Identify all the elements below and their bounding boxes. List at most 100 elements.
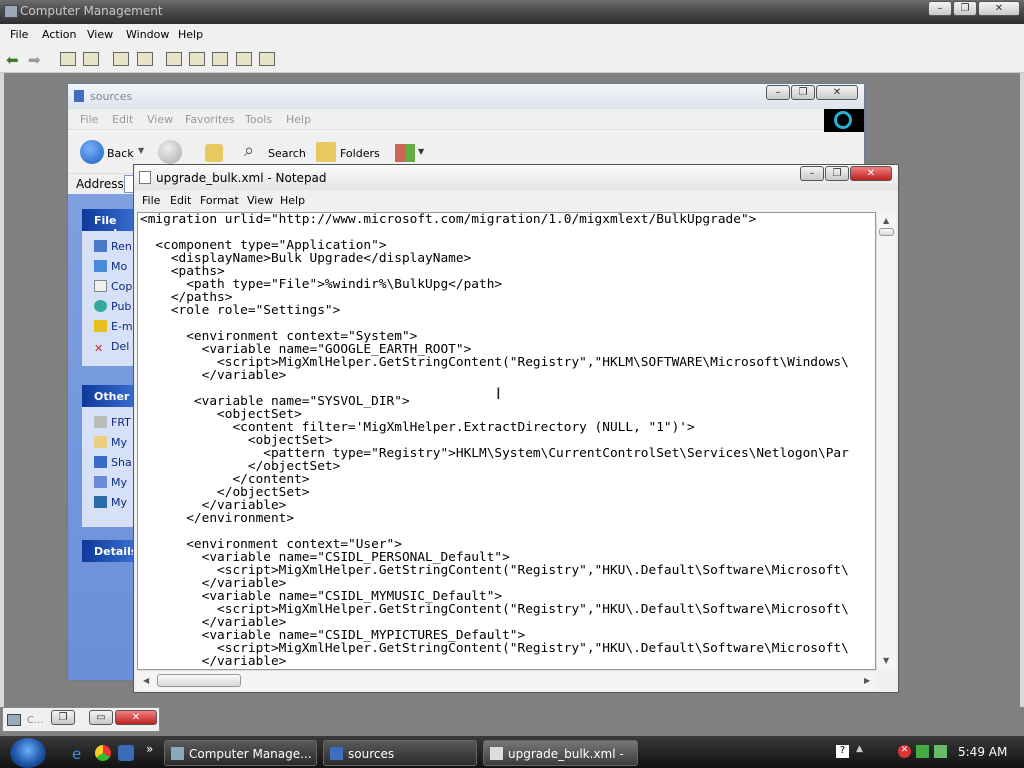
notepad-text-area[interactable]: <migration urlid="http://www.microsoft.c… bbox=[137, 212, 876, 670]
start-button[interactable] bbox=[10, 738, 46, 768]
details-header[interactable]: Details bbox=[82, 540, 137, 562]
internet-explorer-icon[interactable]: e bbox=[72, 745, 88, 763]
explorer-menu-file[interactable]: File bbox=[80, 113, 98, 126]
back-dropdown-icon[interactable]: ▼ bbox=[138, 146, 144, 155]
place-item-1[interactable]: FRT bbox=[94, 416, 131, 429]
document-text[interactable]: <migration urlid="http://www.microsoft.c… bbox=[140, 213, 849, 668]
explorer-close-button[interactable]: ✕ bbox=[816, 85, 858, 100]
folders-icon[interactable] bbox=[316, 142, 336, 162]
file-tasks-header[interactable]: File and bbox=[82, 209, 136, 240]
my-computer-icon bbox=[94, 476, 107, 488]
taskbar-notepad[interactable]: upgrade_bulk.xml - ... bbox=[483, 740, 638, 768]
cm-menubar: File Action View Window Help bbox=[0, 24, 1024, 45]
notepad-icon bbox=[139, 171, 151, 184]
place-item-4[interactable]: My bbox=[94, 476, 127, 489]
search-icon[interactable]: ⌕ bbox=[244, 140, 254, 161]
cm-window-title: Computer Management bbox=[20, 4, 163, 18]
vertical-scroll-thumb[interactable] bbox=[879, 228, 894, 236]
move-icon bbox=[94, 260, 107, 272]
resize-grip[interactable] bbox=[876, 670, 896, 690]
cm-menu-window[interactable]: Window bbox=[126, 28, 169, 41]
manage-icon[interactable] bbox=[259, 52, 275, 66]
forward-arrow-icon[interactable]: ➡ bbox=[28, 51, 41, 69]
refresh-icon[interactable] bbox=[166, 52, 182, 66]
views-dropdown-icon[interactable]: ▼ bbox=[418, 147, 424, 156]
help-icon[interactable]: ? bbox=[836, 745, 849, 758]
notepad-menu-view[interactable]: View bbox=[247, 194, 273, 207]
documents-icon bbox=[94, 436, 107, 448]
task-copy[interactable]: Cop bbox=[94, 280, 132, 293]
notepad-menubar: File Edit Format View Help bbox=[134, 190, 898, 210]
scroll-down-icon[interactable]: ▼ bbox=[883, 656, 889, 665]
scroll-left-icon[interactable]: ◀ bbox=[143, 676, 149, 685]
explorer-menu-favorites[interactable]: Favorites bbox=[185, 113, 235, 126]
notepad-minimize-button[interactable]: – bbox=[800, 166, 824, 181]
explorer-restore-button[interactable]: ❐ bbox=[791, 85, 815, 100]
scroll-up-icon[interactable]: ▲ bbox=[883, 216, 889, 225]
explorer-menu-edit[interactable]: Edit bbox=[112, 113, 133, 126]
volume-icon[interactable] bbox=[934, 745, 947, 758]
notepad-menu-file[interactable]: File bbox=[142, 194, 160, 207]
open-folder-icon[interactable] bbox=[212, 52, 228, 66]
explorer-menu-help[interactable]: Help bbox=[286, 113, 311, 126]
back-button[interactable]: Back bbox=[107, 147, 134, 160]
cm-menu-file[interactable]: File bbox=[10, 28, 28, 41]
security-alert-icon[interactable]: ✕ bbox=[898, 745, 911, 758]
cm-minimize-button[interactable]: – bbox=[928, 1, 952, 16]
views-icon[interactable] bbox=[395, 144, 415, 162]
export-icon[interactable] bbox=[189, 52, 205, 66]
cm-restore-button[interactable]: ❐ bbox=[953, 1, 977, 16]
horizontal-scroll-thumb[interactable] bbox=[157, 674, 241, 687]
vertical-scrollbar[interactable]: ▲ ▼ bbox=[876, 212, 896, 670]
forward-button-icon[interactable] bbox=[158, 140, 182, 164]
task-move[interactable]: Mo bbox=[94, 260, 127, 273]
taskbar-computer-management[interactable]: Computer Manage... bbox=[164, 740, 317, 766]
minimized-maximize-button[interactable]: ▭ bbox=[89, 710, 113, 725]
task-email[interactable]: E-m bbox=[94, 320, 133, 333]
minimized-window[interactable]: C... ❐ ▭ ✕ bbox=[2, 707, 160, 732]
back-button-icon[interactable] bbox=[80, 140, 104, 164]
show-hide-tree-icon[interactable] bbox=[83, 52, 99, 66]
find-icon[interactable] bbox=[236, 52, 252, 66]
clock[interactable]: 5:49 AM bbox=[958, 745, 1007, 759]
minimized-restore-button[interactable]: ❐ bbox=[51, 710, 75, 725]
network-icon[interactable] bbox=[916, 745, 929, 758]
console-view-icon[interactable] bbox=[137, 52, 153, 66]
notepad-menu-format[interactable]: Format bbox=[200, 194, 239, 207]
scroll-right-icon[interactable]: ▶ bbox=[864, 676, 870, 685]
task-delete[interactable]: ✕ Del bbox=[94, 340, 129, 355]
other-places-header[interactable]: Other bbox=[82, 385, 136, 407]
place-item-2[interactable]: My bbox=[94, 436, 127, 449]
notepad-menu-edit[interactable]: Edit bbox=[170, 194, 191, 207]
cm-menu-action[interactable]: Action bbox=[42, 28, 76, 41]
up-folder-icon[interactable] bbox=[60, 52, 76, 66]
explorer-menu-tools[interactable]: Tools bbox=[245, 113, 272, 126]
chrome-icon[interactable] bbox=[95, 745, 111, 761]
cm-frame-right bbox=[1020, 73, 1024, 707]
notepad-close-button[interactable]: ✕ bbox=[850, 166, 892, 181]
other-places-panel: FRT My Sha My My bbox=[82, 407, 136, 527]
task-publish[interactable]: Pub bbox=[94, 300, 131, 313]
search-button[interactable]: Search bbox=[268, 147, 306, 160]
cm-menu-help[interactable]: Help bbox=[178, 28, 203, 41]
show-desktop-icon[interactable] bbox=[118, 745, 134, 761]
taskbar-sources[interactable]: sources bbox=[323, 740, 477, 766]
up-folder-icon[interactable] bbox=[205, 144, 223, 162]
back-arrow-icon[interactable]: ⬅ bbox=[6, 51, 19, 69]
quicklaunch-overflow-icon[interactable]: » bbox=[146, 742, 153, 756]
place-item-3[interactable]: Sha bbox=[94, 456, 132, 469]
explorer-title: sources bbox=[90, 90, 133, 103]
minimized-close-button[interactable]: ✕ bbox=[115, 710, 157, 725]
notepad-menu-help[interactable]: Help bbox=[280, 194, 305, 207]
folders-button[interactable]: Folders bbox=[340, 147, 380, 160]
cm-menu-view[interactable]: View bbox=[87, 28, 113, 41]
task-rename[interactable]: Ren bbox=[94, 240, 132, 253]
place-item-5[interactable]: My bbox=[94, 496, 127, 509]
cm-close-button[interactable]: ✕ bbox=[978, 1, 1020, 16]
explorer-minimize-button[interactable]: – bbox=[766, 85, 790, 100]
notepad-restore-button[interactable]: ❐ bbox=[825, 166, 849, 181]
tray-arrow-icon[interactable]: ▲ bbox=[856, 744, 863, 754]
horizontal-scrollbar[interactable]: ◀ ▶ bbox=[137, 670, 876, 690]
explorer-menu-view[interactable]: View bbox=[147, 113, 173, 126]
properties-icon[interactable] bbox=[113, 52, 129, 66]
